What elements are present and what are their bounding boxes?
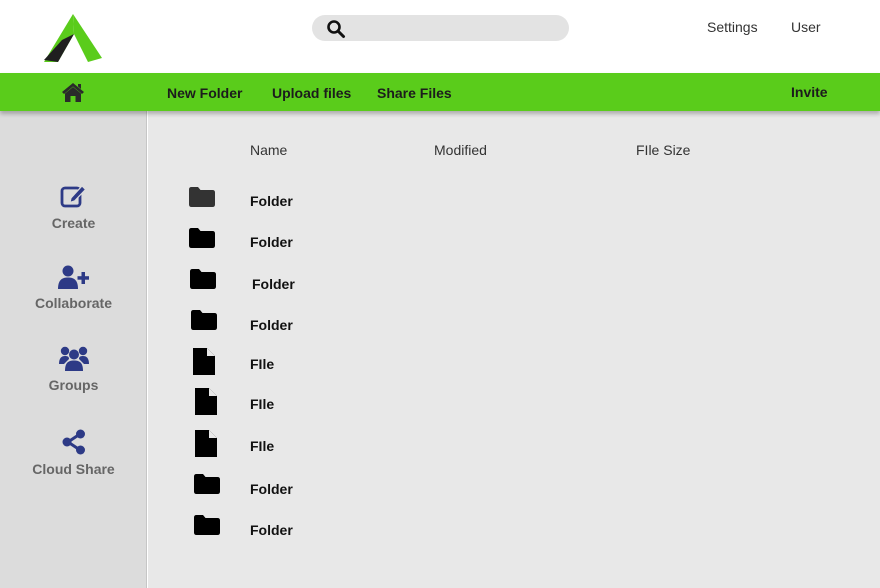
folder-icon — [194, 515, 220, 535]
folder-icon — [194, 474, 220, 494]
table-row[interactable]: Folder — [148, 226, 880, 258]
edit-icon — [60, 185, 86, 208]
app-logo[interactable] — [44, 14, 102, 62]
folder-icon — [190, 269, 216, 289]
share-nodes-icon — [62, 429, 85, 455]
table-row[interactable]: Folder — [148, 473, 880, 505]
table-row[interactable]: Folder — [148, 514, 880, 546]
folder-icon — [189, 228, 215, 248]
sidebar: Create Collaborate Groups Cloud Share — [0, 111, 147, 588]
column-header-size[interactable]: FIle Size — [636, 142, 690, 158]
sidebar-item-create[interactable]: Create — [0, 183, 147, 231]
sidebar-item-collaborate[interactable]: Collaborate — [0, 265, 147, 311]
row-name: Folder — [250, 522, 293, 538]
row-name: Folder — [250, 317, 293, 333]
new-folder-button[interactable]: New Folder — [167, 85, 242, 101]
row-name: Folder — [250, 234, 293, 250]
app-header: Settings User — [0, 0, 880, 73]
users-icon — [58, 346, 89, 371]
row-name: Folder — [252, 276, 295, 292]
table-row[interactable]: FIle — [148, 388, 880, 420]
sidebar-item-groups[interactable]: Groups — [0, 345, 147, 393]
search-bar[interactable] — [312, 15, 569, 41]
user-link[interactable]: User — [791, 19, 821, 35]
folder-icon — [191, 310, 217, 330]
sidebar-item-label: Collaborate — [34, 295, 112, 311]
invite-button[interactable]: Invite — [791, 84, 828, 100]
table-row[interactable]: Folder — [148, 268, 880, 300]
upload-files-button[interactable]: Upload files — [272, 85, 351, 101]
row-name: Folder — [250, 481, 293, 497]
sidebar-item-label: Groups — [48, 377, 99, 393]
row-name: FIle — [250, 438, 275, 454]
file-icon — [193, 348, 215, 375]
file-browser: Name Modified FIle Size Folder Folder Fo… — [148, 111, 880, 588]
file-icon — [195, 430, 217, 457]
action-toolbar: New Folder Upload files Share Files Invi… — [0, 73, 880, 111]
search-icon[interactable] — [326, 19, 346, 39]
share-files-button[interactable]: Share Files — [377, 85, 452, 101]
home-icon[interactable] — [61, 82, 85, 103]
settings-link[interactable]: Settings — [707, 19, 758, 35]
file-icon — [195, 388, 217, 415]
row-name: Folder — [250, 193, 293, 209]
table-row[interactable]: Folder — [148, 309, 880, 341]
table-row[interactable]: FIle — [148, 348, 880, 380]
row-name: FIle — [250, 356, 275, 372]
column-header-modified[interactable]: Modified — [434, 142, 487, 158]
column-header-name[interactable]: Name — [250, 142, 287, 158]
sidebar-item-label: Create — [51, 215, 96, 231]
folder-icon — [189, 187, 215, 207]
user-plus-icon — [57, 265, 89, 289]
table-row[interactable]: FIle — [148, 430, 880, 462]
row-name: FIle — [250, 396, 275, 412]
table-row[interactable]: Folder — [148, 185, 880, 217]
sidebar-item-cloud-share[interactable]: Cloud Share — [0, 429, 147, 477]
sidebar-item-label: Cloud Share — [32, 461, 115, 477]
